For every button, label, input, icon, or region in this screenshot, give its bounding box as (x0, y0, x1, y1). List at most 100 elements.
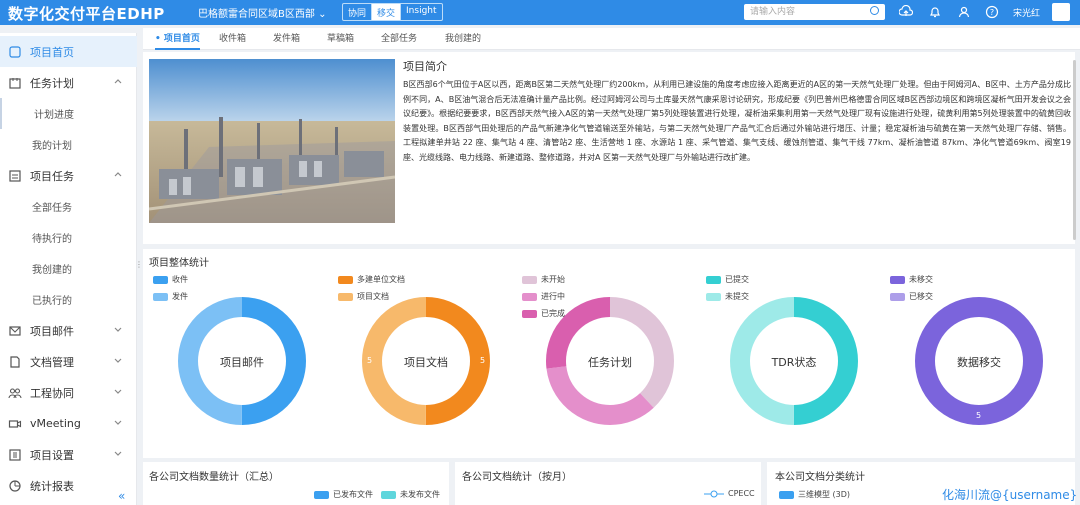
sidebar-item-pending[interactable]: 待执行的 (0, 222, 137, 253)
chevron-down-icon (114, 451, 122, 456)
tab-my-created[interactable]: 我创建的 (445, 28, 481, 50)
donut-label-handover: 数据移交 (957, 356, 1001, 369)
sidebar-item-label: 已执行的 (32, 296, 72, 307)
chevron-up-icon (114, 172, 122, 177)
settings-icon (9, 448, 21, 461)
donut-label-tdr: TDR状态 (771, 356, 817, 369)
sidebar-item-label: 项目设置 (30, 448, 74, 462)
legend-not-handed-over[interactable]: 未移交 (890, 274, 933, 285)
tab-all-tasks[interactable]: 全部任务 (381, 28, 417, 50)
sidebar: 项目首页 任务计划 计划进度 我的计划 项目任务 全部任务 待执行的 我创建的 … (0, 33, 137, 505)
mode-insight[interactable]: Insight (401, 4, 442, 20)
sidebar-item-label: 任务计划 (30, 76, 74, 90)
legend-3d-model[interactable]: 三维模型 (3D) (779, 489, 850, 500)
sidebar-item-all-tasks[interactable]: 全部任务 (0, 191, 137, 222)
chevron-down-icon (114, 420, 122, 425)
tab-home[interactable]: • 项目首页 (155, 28, 200, 50)
sidebar-item-plan-progress[interactable]: 计划进度 (0, 98, 137, 129)
sidebar-item-label: 计划进度 (34, 110, 74, 121)
sidebar-item-label: 待执行的 (32, 234, 72, 245)
sidebar-item-reports[interactable]: 统计报表 (0, 470, 137, 501)
document-icon (10, 355, 20, 368)
sidebar-item-label: 工程协同 (30, 386, 74, 400)
sidebar-item-collaboration[interactable]: 工程协同 (0, 377, 137, 408)
docs-right-value: 5 (480, 356, 486, 365)
tab-bar: • 项目首页 收件箱 发件箱 草稿箱 全部任务 我创建的 (143, 28, 1080, 50)
chevron-down-icon (114, 358, 122, 363)
sidebar-item-label: 统计报表 (30, 479, 74, 493)
sidebar-item-label: 我的计划 (32, 141, 72, 152)
sidebar-item-vmeeting[interactable]: vMeeting (0, 408, 137, 439)
avatar[interactable] (1052, 3, 1070, 21)
card-title: 各公司文档统计（按月） (462, 472, 572, 483)
intro-title: 项目简介 (403, 60, 447, 73)
stats-title: 项目整体统计 (149, 258, 209, 269)
bell-icon[interactable] (928, 5, 942, 19)
sidebar-item-label: 文档管理 (30, 355, 74, 369)
search-input[interactable] (744, 4, 885, 20)
donut-label-docs: 项目文档 (404, 356, 448, 369)
sidebar-item-label: 项目邮件 (30, 324, 74, 338)
sidebar-item-settings[interactable]: 项目设置 (0, 439, 137, 470)
chevron-down-icon (114, 389, 122, 394)
home-icon (9, 45, 21, 58)
report-icon (9, 479, 21, 492)
mail-icon (9, 325, 21, 336)
sidebar-item-task-plan[interactable]: 任务计划 (0, 67, 137, 98)
chevron-up-icon (114, 79, 122, 84)
tab-label: 项目首页 (163, 34, 200, 44)
legend-published[interactable]: 已发布文件 (314, 489, 373, 500)
sidebar-item-label: 项目首页 (30, 45, 74, 59)
sidebar-item-label: 我创建的 (32, 265, 72, 276)
svg-text:?: ? (990, 8, 994, 17)
legend-contractor-docs[interactable]: 多建单位文档 (338, 274, 405, 285)
legend-unpublished[interactable]: 未发布文件 (381, 489, 440, 500)
sidebar-item-created[interactable]: 我创建的 (0, 253, 137, 284)
chevron-down-icon: ⌄ (318, 9, 327, 20)
legend-not-started[interactable]: 未开始 (522, 274, 565, 285)
sidebar-item-mail[interactable]: 项目邮件 (0, 315, 137, 346)
mode-switch: 协同 移交 Insight (342, 3, 443, 21)
tab-outbox[interactable]: 发件箱 (273, 28, 300, 50)
sidebar-item-documents[interactable]: 文档管理 (0, 346, 137, 377)
sidebar-item-executed[interactable]: 已执行的 (0, 284, 137, 315)
project-selector[interactable]: 巴格额雷合同区域B区西部 ⌄ (198, 5, 326, 20)
mode-handover[interactable]: 移交 (372, 4, 402, 20)
donut-label-tasks: 任务计划 (588, 356, 632, 369)
sidebar-item-label: vMeeting (30, 417, 81, 430)
mode-collab[interactable]: 协同 (343, 4, 373, 20)
docs-left-value: 5 (367, 356, 373, 365)
gas-plant-photo (149, 59, 395, 223)
project-name: 巴格额雷合同区域B区西部 (198, 9, 315, 20)
video-icon (8, 419, 22, 428)
search-icon[interactable] (870, 6, 879, 15)
card-title: 各公司文档数量统计（汇总） (149, 472, 279, 483)
help-icon[interactable]: ? (985, 5, 999, 19)
collaboration-icon (8, 387, 22, 398)
legend-inbox[interactable]: 收件 (153, 274, 188, 285)
tab-inbox[interactable]: 收件箱 (219, 28, 246, 50)
intro-text: B区西部6个气田位于A区以西，距离B区第二天然气处理厂约200km，从利用已建设… (403, 80, 1071, 162)
sidebar-item-home[interactable]: 项目首页 (0, 36, 137, 67)
watermark: 化海川流@{username} (942, 488, 1078, 502)
task-icon (9, 169, 21, 182)
sidebar-item-my-plans[interactable]: 我的计划 (0, 129, 137, 160)
sidebar-item-label: 全部任务 (32, 203, 72, 214)
sidebar-item-label: 项目任务 (30, 169, 74, 183)
donut-label-mail: 项目邮件 (220, 356, 264, 369)
tab-drafts[interactable]: 草稿箱 (327, 28, 354, 50)
top-bar: 数字化交付平台EDHP 巴格额雷合同区域B区西部 ⌄ 协同 移交 Insight… (0, 0, 1080, 25)
chevron-down-icon (114, 327, 122, 332)
app-title: 数字化交付平台EDHP (8, 5, 165, 23)
legend-submitted[interactable]: 已提交 (706, 274, 749, 285)
username[interactable]: 宋光红 (1013, 6, 1040, 19)
user-icon[interactable] (957, 5, 971, 19)
collapse-sidebar-icon[interactable]: « (118, 489, 125, 503)
card-title: 本公司文档分类统计 (775, 472, 865, 483)
intro-scrollbar[interactable] (1073, 60, 1076, 240)
upload-icon[interactable] (899, 5, 913, 19)
legend-cpecc[interactable]: CPECC (704, 489, 755, 498)
sidebar-item-project-tasks[interactable]: 项目任务 (0, 160, 137, 191)
handover-bottom-value: 5 (976, 411, 982, 420)
line-legend-icon (704, 490, 724, 497)
